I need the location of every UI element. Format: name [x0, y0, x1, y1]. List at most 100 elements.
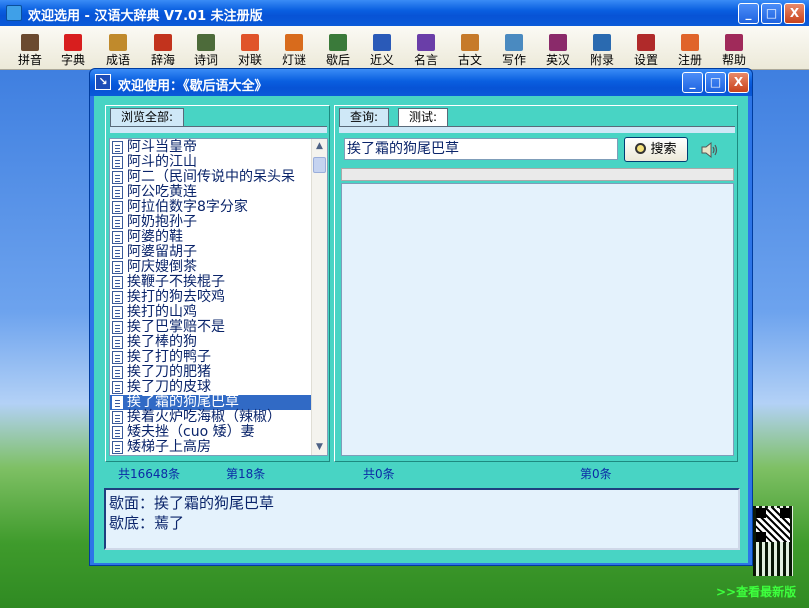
check-update-link[interactable]: >>查看最新版 — [716, 583, 796, 600]
list-item-label: 阿公吃黄连 — [127, 184, 197, 200]
list-item[interactable]: 矮夫挫（cuo 矮）妻 — [110, 425, 312, 440]
dialog-close-button[interactable]: X — [728, 72, 749, 93]
toolbar-button-16[interactable]: 帮助 — [712, 28, 756, 68]
toolbar-button-11[interactable]: 写作 — [492, 28, 536, 68]
document-icon — [112, 426, 123, 439]
toolbar-button-5[interactable]: 对联 — [228, 28, 272, 68]
qr-code-pattern — [756, 508, 790, 542]
document-icon — [112, 411, 123, 424]
list-item-label: 阿婆留胡子 — [127, 244, 197, 260]
list-item[interactable]: 挨了刀的肥猪 — [110, 365, 312, 380]
minimize-button[interactable]: _ — [738, 3, 759, 24]
bamboo-slips-icon — [461, 34, 479, 51]
list-item[interactable]: 挨了刀的皮球 — [110, 380, 312, 395]
toolbar-button-15[interactable]: 注册 — [668, 28, 712, 68]
toolbar-label: 对联 — [237, 53, 262, 67]
total-count: 共16648条 — [118, 467, 181, 481]
toolbar-button-7[interactable]: 歇后 — [316, 28, 360, 68]
list-item[interactable]: 挨着火炉吃海椒（辣椒） — [110, 410, 312, 425]
list-item[interactable]: 阿斗当皇帝 — [110, 140, 312, 155]
document-icon — [112, 336, 123, 349]
toolbar-button-3[interactable]: 辞海 — [141, 28, 185, 68]
list-item[interactable]: 挨鞭子不挨棍子 — [110, 275, 312, 290]
list-item[interactable]: 挨打的山鸡 — [110, 305, 312, 320]
scroll-thumb[interactable] — [313, 157, 326, 173]
list-item-label: 挨鞭子不挨棍子 — [127, 274, 225, 290]
tab-browse-all[interactable]: 浏览全部: — [110, 108, 185, 126]
write-icon — [505, 34, 523, 51]
maximize-button[interactable]: □ — [761, 3, 782, 24]
settings-icon — [637, 34, 655, 51]
list-item[interactable]: 矮梯子上高房 — [110, 440, 312, 455]
entry-listbox[interactable]: 阿斗当皇帝 阿斗的江山 阿二（民间传说中的呆头呆 阿公吃黄连 阿拉伯数字8字分家 阿奶抱孙… — [109, 138, 328, 456]
app-titlebar[interactable]: 欢迎选用 - 汉语大辞典 V7.01 未注册版 _ □ X — [0, 0, 809, 26]
toolbar-button-8[interactable]: 近义 — [360, 28, 404, 68]
dialog-window-controls: _ □ X — [682, 72, 749, 93]
document-icon — [112, 261, 123, 274]
toolbar-label: 歇后 — [325, 53, 350, 67]
result-list[interactable] — [341, 183, 734, 456]
toolbar-button-12[interactable]: 英汉 — [536, 28, 580, 68]
list-item-label: 阿婆的鞋 — [127, 229, 183, 245]
tab-test[interactable]: 测试: — [398, 108, 449, 126]
list-item-label: 阿拉伯数字8字分家 — [127, 199, 248, 215]
list-item[interactable]: 阿二（民间传说中的呆头呆 — [110, 170, 312, 185]
list-item[interactable]: 挨打的狗去咬鸡 — [110, 290, 312, 305]
list-scrollbar[interactable]: ▲ ▼ — [311, 139, 327, 455]
speaker-icon[interactable] — [700, 141, 718, 159]
book-red-icon — [64, 34, 82, 51]
document-icon — [112, 321, 123, 334]
list-item[interactable]: 阿拉伯数字8字分家 — [110, 200, 312, 215]
list-item[interactable]: 阿庆嫂倒茶 — [110, 260, 312, 275]
toolbar-button-2[interactable]: 成语 — [96, 28, 140, 68]
toolbar-button-9[interactable]: 名言 — [404, 28, 448, 68]
dialog-arrow-icon: ↘ — [95, 74, 111, 90]
tab-query[interactable]: 查询: — [339, 108, 390, 126]
dialog-titlebar[interactable]: ↘ 欢迎使用：《歇后语大全》 _ □ X — [90, 69, 752, 96]
search-button[interactable]: 搜索 — [624, 137, 688, 162]
book-blue-icon — [373, 34, 391, 51]
list-item[interactable]: 阿婆留胡子 — [110, 245, 312, 260]
dialog-maximize-button[interactable]: □ — [705, 72, 726, 93]
search-input[interactable]: 挨了霜的狗尾巴草 — [344, 138, 618, 160]
list-item[interactable]: 阿奶抱孙子 — [110, 215, 312, 230]
toolbar-label: 设置 — [633, 53, 658, 67]
browse-tab-strip — [110, 126, 327, 133]
toolbar-label: 帮助 — [721, 53, 746, 67]
list-item-label: 矮梯子上高房 — [127, 439, 211, 455]
toolbar-button-0[interactable]: 拼音 — [8, 28, 52, 68]
document-icon — [112, 306, 123, 319]
dictionary-icon — [549, 34, 567, 51]
list-item[interactable]: 挨了打的鸭子 — [110, 350, 312, 365]
list-item[interactable]: 阿斗的江山 — [110, 155, 312, 170]
toolbar-button-14[interactable]: 设置 — [624, 28, 668, 68]
list-item[interactable]: 挨了棒的狗 — [110, 335, 312, 350]
list-item[interactable]: 阿公吃黄连 — [110, 185, 312, 200]
document-icon — [112, 216, 123, 229]
scroll-icon — [197, 34, 215, 51]
close-button[interactable]: X — [784, 3, 805, 24]
toolbar-label: 拼音 — [17, 53, 42, 67]
couplet-icon — [241, 34, 259, 51]
toolbar-label: 辞海 — [150, 53, 175, 67]
toolbar-button-6[interactable]: 灯谜 — [272, 28, 316, 68]
list-item-label: 挨着火炉吃海椒（辣椒） — [127, 409, 281, 425]
scroll-up-icon[interactable]: ▲ — [312, 139, 327, 154]
dialog-minimize-button[interactable]: _ — [682, 72, 703, 93]
detail-front: 歇面：挨了霜的狗尾巴草 — [109, 494, 275, 512]
app-icon — [6, 5, 22, 21]
detail-textbox[interactable]: 歇面：挨了霜的狗尾巴草 歇底：蔫了 — [104, 488, 740, 550]
toolbar-button-1[interactable]: 字典 — [51, 28, 95, 68]
list-item[interactable]: 阿婆的鞋 — [110, 230, 312, 245]
toolbar-button-13[interactable]: 附录 — [580, 28, 624, 68]
list-item-label: 阿斗当皇帝 — [127, 139, 197, 155]
list-item[interactable]: 挨了巴掌赔不是 — [110, 320, 312, 335]
toolbar-button-10[interactable]: 古文 — [448, 28, 492, 68]
list-item[interactable]: 挨了霜的狗尾巴草 — [110, 395, 312, 410]
books-stack-icon — [109, 34, 127, 51]
list-item-label: 挨了打的鸭子 — [127, 349, 211, 365]
toolbar-button-4[interactable]: 诗词 — [184, 28, 228, 68]
dialog-title: 欢迎使用：《歇后语大全》 — [118, 79, 268, 94]
list-item-label: 挨了巴掌赔不是 — [127, 319, 225, 335]
scroll-down-icon[interactable]: ▼ — [312, 440, 327, 455]
